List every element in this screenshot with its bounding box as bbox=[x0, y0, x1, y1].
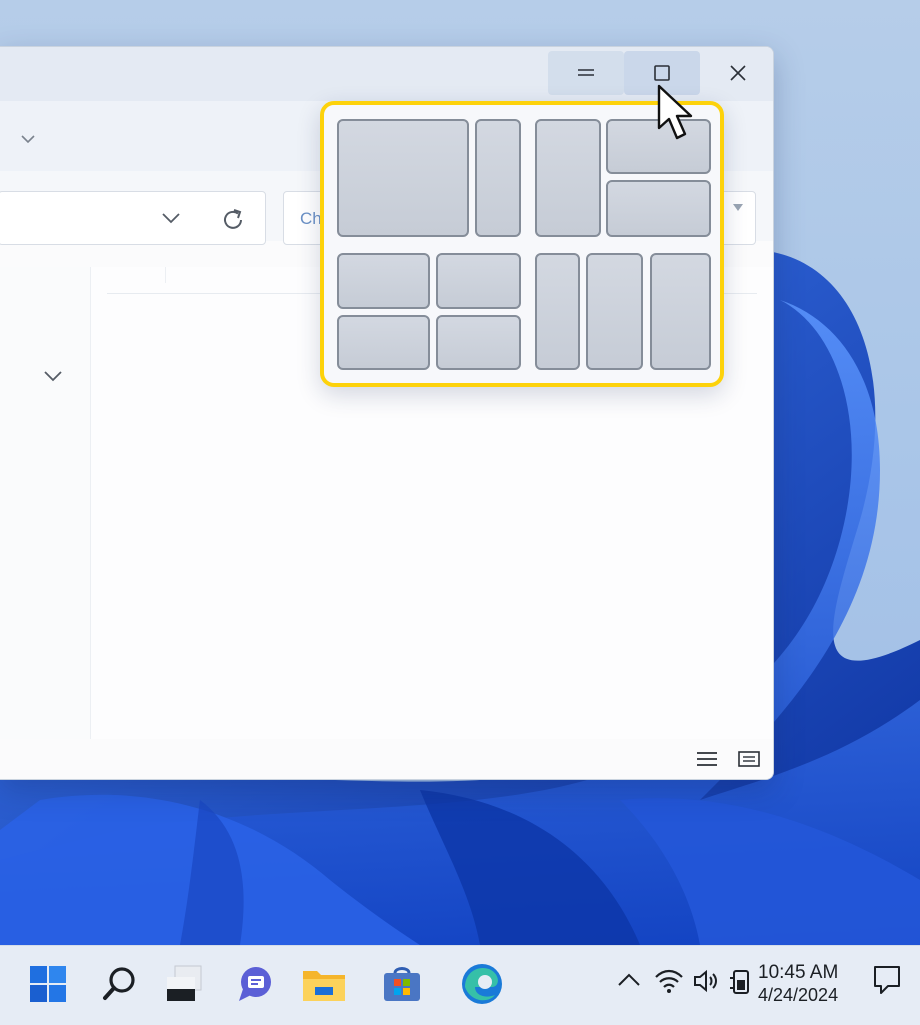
snap-zone[interactable] bbox=[337, 315, 430, 370]
chevron-down-icon[interactable] bbox=[159, 208, 183, 228]
volume-icon[interactable] bbox=[692, 968, 720, 994]
maximize-icon bbox=[654, 65, 670, 81]
refresh-icon[interactable] bbox=[219, 206, 247, 234]
file-explorer-icon bbox=[303, 971, 345, 1001]
details-view-icon[interactable] bbox=[695, 749, 719, 769]
start-button[interactable] bbox=[24, 960, 72, 1008]
edge-icon bbox=[462, 964, 502, 1004]
snap-zone[interactable] bbox=[586, 253, 643, 370]
status-bar bbox=[0, 739, 773, 779]
battery-icon[interactable] bbox=[728, 968, 752, 996]
chevron-down-icon[interactable] bbox=[18, 129, 38, 149]
search-placeholder: Ch bbox=[300, 209, 322, 228]
snap-zone[interactable] bbox=[650, 253, 711, 370]
close-button[interactable] bbox=[700, 51, 773, 95]
chat-button[interactable] bbox=[230, 960, 278, 1008]
clock-date: 4/24/2024 bbox=[758, 985, 839, 1005]
search-icon bbox=[103, 967, 135, 1000]
notifications-icon[interactable] bbox=[872, 964, 902, 996]
snap-zone[interactable] bbox=[606, 180, 711, 237]
snap-zone[interactable] bbox=[436, 315, 521, 370]
mouse-cursor-icon bbox=[657, 84, 693, 140]
desktop: Ch bbox=[0, 0, 920, 945]
clock-time: 10:45 AM bbox=[758, 962, 839, 983]
file-explorer-button[interactable] bbox=[300, 960, 348, 1008]
snap-zone[interactable] bbox=[475, 119, 521, 237]
chevron-up-icon[interactable] bbox=[616, 968, 642, 992]
tiles-view-icon[interactable] bbox=[737, 749, 761, 769]
start-icon bbox=[30, 966, 66, 1002]
search-button[interactable] bbox=[96, 960, 144, 1008]
microsoft-store-button[interactable] bbox=[378, 960, 426, 1008]
column-separator[interactable] bbox=[165, 267, 166, 283]
minimize-icon bbox=[578, 69, 594, 76]
snap-zone[interactable] bbox=[337, 119, 469, 237]
edge-button[interactable] bbox=[458, 960, 506, 1008]
navigation-pane bbox=[0, 267, 91, 739]
task-view-icon bbox=[167, 965, 202, 1001]
chat-icon bbox=[239, 967, 271, 1001]
snap-zone[interactable] bbox=[337, 253, 430, 309]
close-icon bbox=[730, 65, 746, 81]
minimize-button[interactable] bbox=[548, 51, 624, 95]
wifi-icon[interactable] bbox=[654, 968, 684, 994]
chevron-down-icon[interactable] bbox=[42, 367, 64, 385]
task-view-button[interactable] bbox=[160, 960, 208, 1008]
microsoft-store-icon bbox=[384, 967, 420, 1001]
snap-zone[interactable] bbox=[436, 253, 521, 309]
system-clock[interactable]: 10:45 AM 4/24/2024 bbox=[758, 962, 862, 1006]
dropdown-arrow-icon[interactable] bbox=[733, 204, 743, 211]
snap-zone[interactable] bbox=[535, 119, 601, 237]
taskbar: 10:45 AM 4/24/2024 bbox=[0, 945, 920, 1025]
address-bar[interactable] bbox=[0, 191, 266, 245]
snap-zone[interactable] bbox=[535, 253, 580, 370]
